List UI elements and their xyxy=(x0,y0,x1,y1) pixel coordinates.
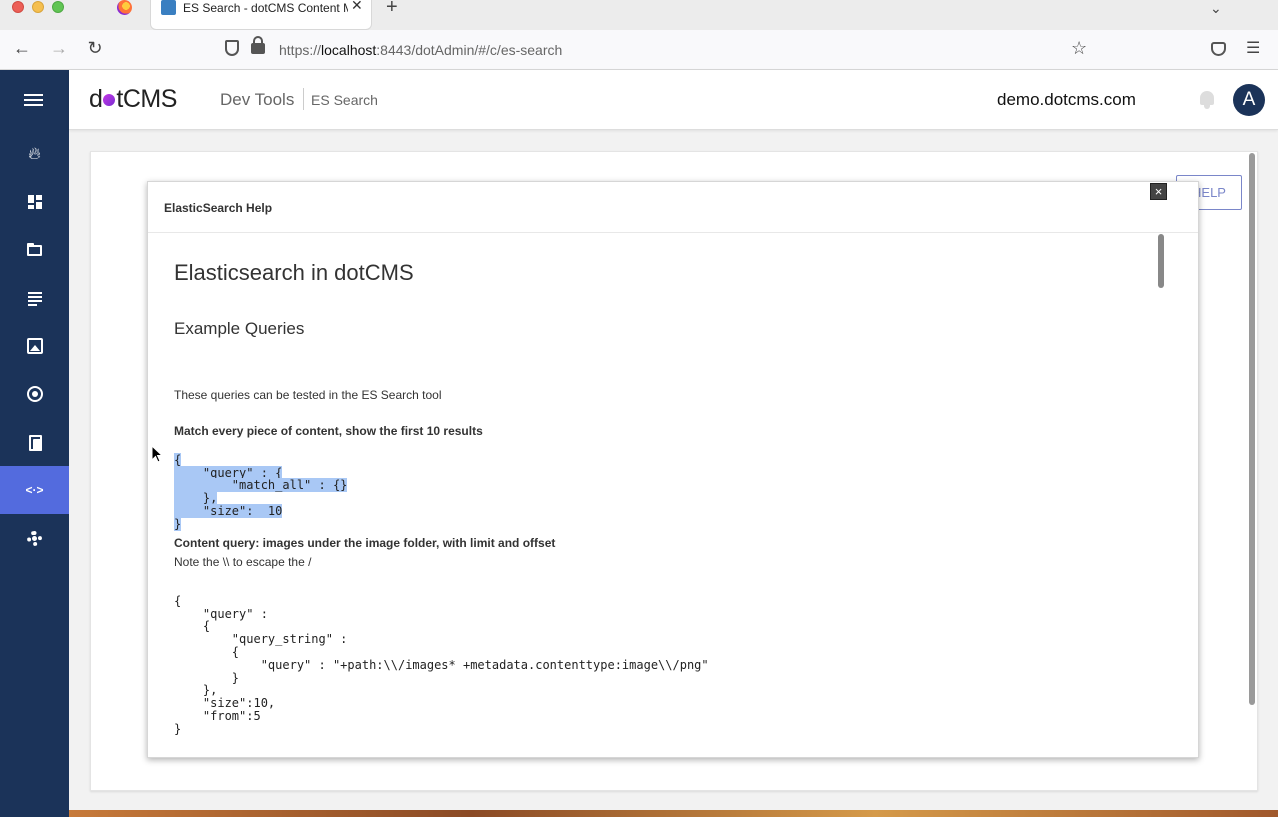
dialog-title: ElasticSearch Help xyxy=(164,201,273,215)
tab-favicon-icon xyxy=(161,0,176,15)
code-line: "size": 10 xyxy=(174,503,283,518)
tab-close-icon[interactable]: ✕ xyxy=(351,0,363,14)
new-tab-button[interactable]: + xyxy=(386,0,398,19)
reload-button[interactable]: ↻ xyxy=(83,38,107,59)
content-icon xyxy=(27,291,42,306)
dev-tools-icon: <·> xyxy=(25,483,44,497)
example1-code[interactable]: { "query" : { "match_all" : {} }, "size"… xyxy=(174,441,348,531)
dialog-heading: Elasticsearch in dotCMS xyxy=(174,260,414,285)
close-window-button[interactable] xyxy=(12,1,24,13)
folder-icon xyxy=(27,242,42,256)
breadcrumb-divider xyxy=(303,88,304,110)
dialog-scrollbar[interactable] xyxy=(1158,234,1164,288)
page-scrollbar[interactable] xyxy=(1249,153,1255,705)
sidebar: 🔥︎ <·> xyxy=(0,70,69,817)
desktop-background-strip xyxy=(69,810,1278,817)
code-line: } xyxy=(174,721,182,736)
logo-dot-icon xyxy=(103,94,116,106)
example1-title: Match every piece of content, show the f… xyxy=(174,424,483,438)
dialog-close-button[interactable]: × xyxy=(1150,183,1167,200)
dialog-subheading: Example Queries xyxy=(174,319,305,338)
example2-note: Note the \\ to escape the / xyxy=(174,555,312,569)
sidebar-item-dashboard[interactable] xyxy=(0,178,69,226)
logo-text-right: tCMS xyxy=(116,85,177,113)
bookmark-star-icon[interactable]: ☆ xyxy=(1071,38,1087,59)
app-header: d tCMS Dev Tools ES Search demo.dotcms.co… xyxy=(69,70,1278,130)
lock-icon[interactable] xyxy=(251,36,265,54)
tab-list-chevron-icon[interactable]: ⌄ xyxy=(1210,0,1222,17)
intro-text: These queries can be tested in the ES Se… xyxy=(174,388,442,402)
breadcrumb-section[interactable]: Dev Tools xyxy=(220,90,294,110)
pocket-icon[interactable] xyxy=(1211,42,1226,56)
sidebar-item-browser[interactable] xyxy=(0,226,69,274)
dialog-body[interactable]: Elasticsearch in dotCMS Example Queries … xyxy=(148,233,1198,757)
sidebar-item-settings[interactable] xyxy=(0,514,69,562)
url-path: :8443/dotAdmin/#/c/es-search xyxy=(376,42,563,58)
menu-icon[interactable] xyxy=(24,94,43,107)
gear-icon xyxy=(27,530,42,546)
minimize-window-button[interactable] xyxy=(32,1,44,13)
logo-text-left: d xyxy=(89,85,103,113)
firefox-icon xyxy=(117,0,132,15)
sidebar-item-types[interactable] xyxy=(0,418,69,466)
code-line: "from":5 xyxy=(174,708,261,723)
browser-nav-bar: ← → ↻ https://localhost:8443/dotAdmin/#/… xyxy=(0,30,1278,70)
back-button[interactable]: ← xyxy=(10,38,34,59)
target-icon xyxy=(26,386,43,402)
notifications-bell-icon[interactable] xyxy=(1198,89,1216,109)
code-line: "query" : "+path:\\/images* +metadata.co… xyxy=(174,657,709,672)
help-dialog: ElasticSearch Help Elasticsearch in dotC… xyxy=(147,181,1199,758)
files-icon xyxy=(28,434,42,451)
tracking-shield-icon[interactable] xyxy=(225,40,239,56)
url-bar[interactable]: https://localhost:8443/dotAdmin/#/c/es-s… xyxy=(279,42,562,58)
sidebar-item-marketing[interactable] xyxy=(0,370,69,418)
image-icon xyxy=(26,338,43,354)
forward-button[interactable]: → xyxy=(47,38,71,59)
url-host: localhost xyxy=(321,42,377,58)
example2-code[interactable]: { "query" : { "query_string" : { "query"… xyxy=(174,582,709,736)
sidebar-item-site[interactable]: 🔥︎ xyxy=(0,130,69,178)
browser-tab-bar: ES Search - dotCMS Content Management ✕ … xyxy=(0,0,1278,30)
code-line: { xyxy=(174,452,182,467)
avatar[interactable]: A xyxy=(1233,84,1265,116)
sidebar-item-media[interactable] xyxy=(0,322,69,370)
browser-menu-icon[interactable]: ☰ xyxy=(1246,38,1260,58)
sidebar-item-content[interactable] xyxy=(0,274,69,322)
site-selector[interactable]: demo.dotcms.com xyxy=(997,90,1136,110)
zoom-window-button[interactable] xyxy=(52,1,64,13)
sidebar-item-dev-tools[interactable]: <·> xyxy=(0,466,69,514)
breadcrumb-page: ES Search xyxy=(311,92,378,108)
example2-title: Content query: images under the image fo… xyxy=(174,536,556,550)
code-line: } xyxy=(174,516,182,531)
dotcms-logo[interactable]: d tCMS xyxy=(89,85,177,114)
tab-title: ES Search - dotCMS Content Management xyxy=(183,1,348,15)
url-prefix: https:// xyxy=(279,42,322,58)
dashboard-icon xyxy=(27,195,42,209)
browser-tab[interactable]: ES Search - dotCMS Content Management ✕ xyxy=(150,0,372,30)
fire-icon: 🔥︎ xyxy=(28,144,41,163)
